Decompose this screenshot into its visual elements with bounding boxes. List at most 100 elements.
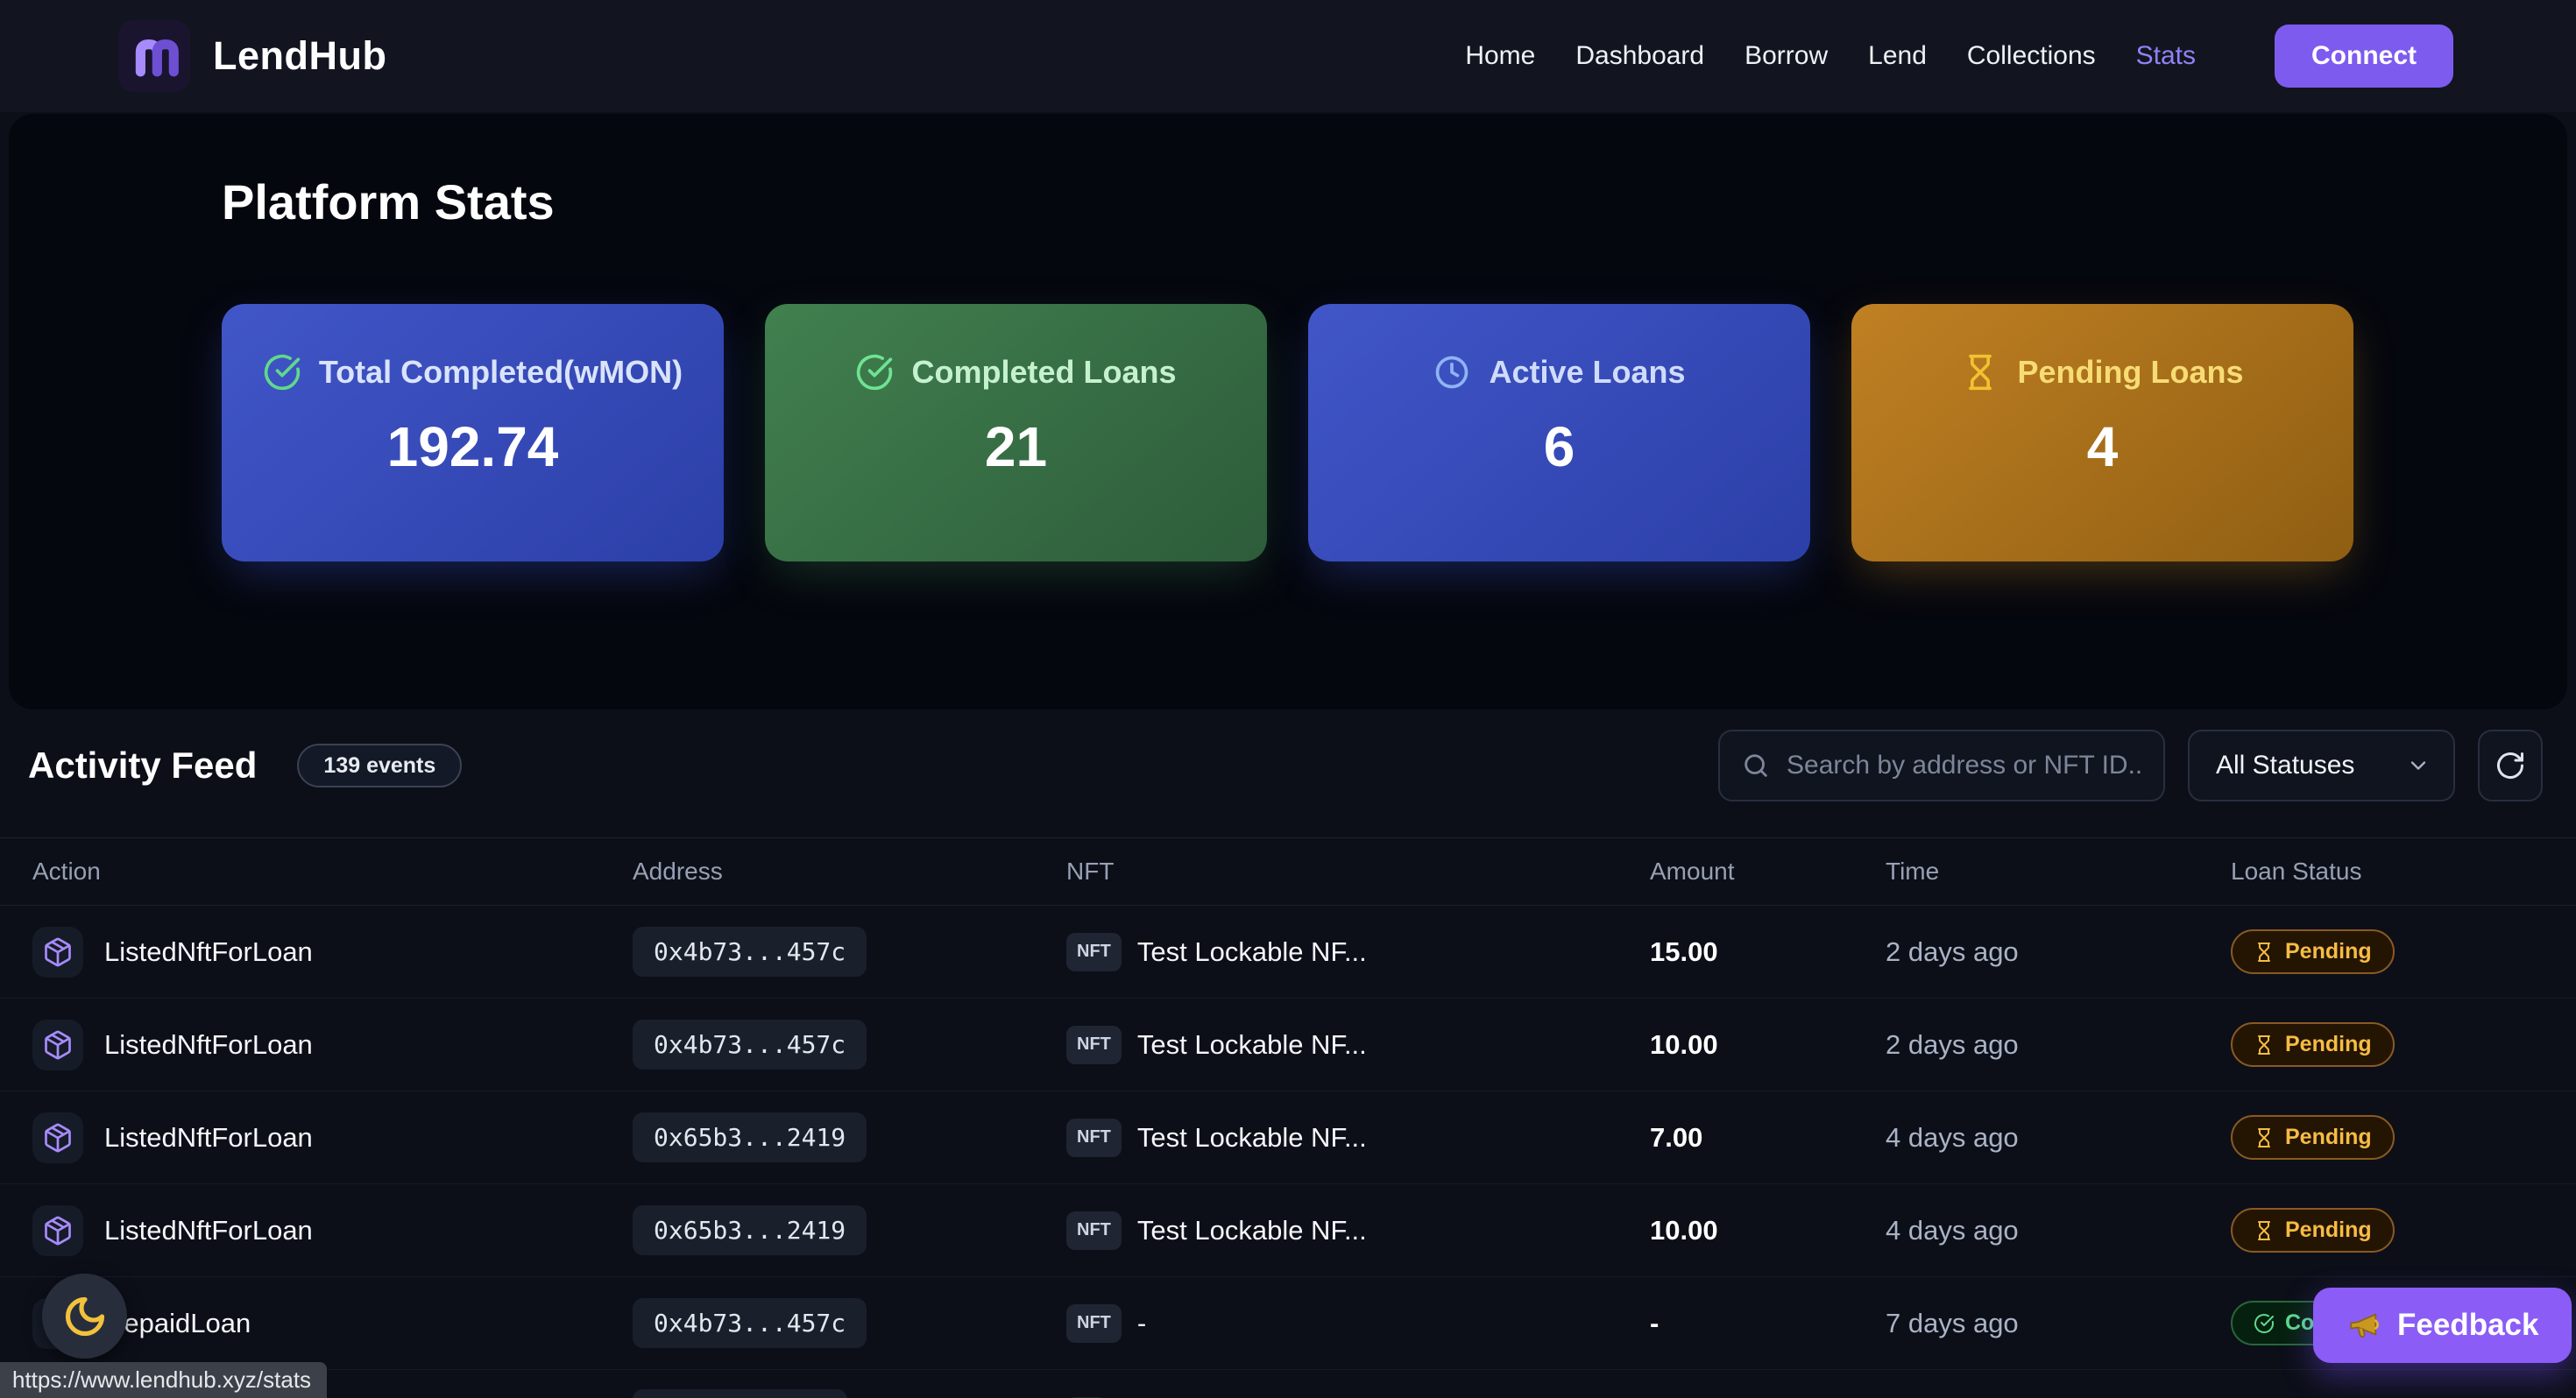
time-value: 7 days ago <box>1886 1308 2231 1339</box>
status-badge-pending: Pending <box>2231 1208 2395 1253</box>
hourglass-icon <box>2254 1034 2275 1056</box>
nft-name: Test Lockable NF... <box>1137 1215 1367 1246</box>
table-row: ListedNftForLoan 0x4b73...457c NFT Test … <box>0 999 2576 1091</box>
nav-item-dashboard[interactable]: Dashboard <box>1575 41 1704 71</box>
status-badge-pending: Pending <box>2231 929 2395 974</box>
time-value: 2 days ago <box>1886 936 2231 968</box>
address-pill <box>633 1389 847 1398</box>
search-box <box>1718 730 2165 801</box>
action-label: ListedNftForLoan <box>104 1215 313 1246</box>
page-title: Platform Stats <box>222 173 555 230</box>
col-header-address: Address <box>633 858 1066 886</box>
stat-card-label: Active Loans <box>1489 350 1685 395</box>
amount-value: 10.00 <box>1650 1029 1886 1061</box>
stat-card-value: 21 <box>985 414 1047 479</box>
address-pill: 0x4b73...457c <box>633 1020 867 1070</box>
theme-toggle-button[interactable] <box>42 1274 127 1359</box>
stat-card-value: 4 <box>2087 414 2119 479</box>
nft-name: - <box>1137 1308 1146 1339</box>
nav-item-borrow[interactable]: Borrow <box>1744 41 1828 71</box>
activity-controls: All Statuses <box>1718 730 2543 801</box>
top-nav-bar: LendHub Home Dashboard Borrow Lend Colle… <box>0 0 2576 112</box>
table-row: ListedNftForLoan 0x65b3...2419 NFT Test … <box>0 1184 2576 1277</box>
check-circle-icon <box>855 353 894 392</box>
amount-value: 7.00 <box>1650 1122 1886 1154</box>
hourglass-icon <box>2254 1127 2275 1148</box>
table-row: RepaidLoan 0x4b73...457c NFT - - 7 days … <box>0 1277 2576 1370</box>
clock-icon <box>1433 353 1471 392</box>
lendhub-logo-icon <box>118 20 190 92</box>
chevron-down-icon <box>2406 753 2431 778</box>
time-value: 4 days ago <box>1886 1215 2231 1246</box>
package-icon <box>32 1112 83 1163</box>
package-icon <box>32 1205 83 1256</box>
stat-cards-row: Total Completed(wMON) 192.74 Completed L… <box>222 304 2353 561</box>
stat-card-total-completed: Total Completed(wMON) 192.74 <box>222 304 724 561</box>
col-header-action: Action <box>32 858 633 886</box>
hourglass-icon <box>1961 353 1999 392</box>
refresh-button[interactable] <box>2478 730 2543 801</box>
activity-feed-title: Activity Feed <box>28 745 257 787</box>
status-bar-url: https://www.lendhub.xyz/stats <box>0 1362 327 1398</box>
stat-card-value: 192.74 <box>387 414 559 479</box>
main-nav: Home Dashboard Borrow Lend Collections S… <box>1465 25 2453 88</box>
feedback-label: Feedback <box>2397 1308 2538 1343</box>
stat-card-active-loans: Active Loans 6 <box>1308 304 1810 561</box>
time-value: 4 days ago <box>1886 1122 2231 1154</box>
table-row: ListedNftForLoan 0x4b73...457c NFT Test … <box>0 906 2576 999</box>
nft-badge: NFT <box>1066 1304 1122 1343</box>
nft-name: Test Lockable NF... <box>1137 1029 1367 1061</box>
package-icon <box>32 1020 83 1070</box>
search-input[interactable] <box>1787 751 2142 780</box>
nav-item-collections[interactable]: Collections <box>1967 41 2096 71</box>
hourglass-icon <box>2254 1220 2275 1241</box>
col-header-amount: Amount <box>1650 858 1886 886</box>
activity-feed-header: Activity Feed 139 events All Statuses <box>0 730 2576 801</box>
address-pill: 0x4b73...457c <box>633 927 867 977</box>
nav-item-lend[interactable]: Lend <box>1868 41 1927 71</box>
connect-wallet-button[interactable]: Connect <box>2275 25 2453 88</box>
feedback-button[interactable]: Feedback <box>2313 1288 2572 1363</box>
nft-badge: NFT <box>1066 1026 1122 1064</box>
events-count-badge: 139 events <box>297 744 462 787</box>
nft-badge: NFT <box>1066 1119 1122 1157</box>
status-filter-select[interactable]: All Statuses <box>2188 730 2455 801</box>
stat-card-label: Total Completed(wMON) <box>319 350 683 395</box>
nav-item-stats[interactable]: Stats <box>2136 41 2196 71</box>
col-header-time: Time <box>1886 858 2231 886</box>
stat-card-completed-loans: Completed Loans 21 <box>765 304 1267 561</box>
brand-name: LendHub <box>213 33 386 79</box>
stat-card-pending-loans: Pending Loans 4 <box>1851 304 2353 561</box>
moon-icon <box>62 1294 108 1339</box>
search-icon <box>1741 751 1771 780</box>
check-circle-icon <box>263 353 301 392</box>
nft-name: Test Lockable NF... <box>1137 936 1367 968</box>
stat-card-label: Pending Loans <box>2017 350 2243 395</box>
package-icon <box>32 927 83 978</box>
table-header-row: Action Address NFT Amount Time Loan Stat… <box>0 837 2576 906</box>
amount-value: 10.00 <box>1650 1215 1886 1246</box>
action-label: ListedNftForLoan <box>104 936 313 968</box>
table-row <box>0 1370 2576 1398</box>
amount-value: - <box>1650 1308 1886 1339</box>
activity-table: Action Address NFT Amount Time Loan Stat… <box>0 837 2576 1398</box>
megaphone-icon <box>2346 1307 2383 1344</box>
check-circle-icon <box>2254 1313 2275 1334</box>
address-pill: 0x65b3...2419 <box>633 1112 867 1162</box>
status-filter-value: All Statuses <box>2216 751 2354 780</box>
address-pill: 0x65b3...2419 <box>633 1205 867 1255</box>
col-header-loan-status: Loan Status <box>2231 858 2544 886</box>
brand[interactable]: LendHub <box>118 20 386 92</box>
nav-item-home[interactable]: Home <box>1465 41 1535 71</box>
nft-badge: NFT <box>1066 1211 1122 1250</box>
action-label: ListedNftForLoan <box>104 1122 313 1154</box>
hourglass-icon <box>2254 942 2275 963</box>
col-header-nft: NFT <box>1066 858 1650 886</box>
table-row: ListedNftForLoan 0x65b3...2419 NFT Test … <box>0 1091 2576 1184</box>
address-pill: 0x4b73...457c <box>633 1298 867 1348</box>
refresh-icon <box>2495 750 2526 781</box>
stat-card-label: Completed Loans <box>911 350 1176 395</box>
stat-card-value: 6 <box>1544 414 1575 479</box>
status-badge-pending: Pending <box>2231 1115 2395 1160</box>
platform-stats-section: Platform Stats Total Completed(wMON) 192… <box>9 114 2567 710</box>
